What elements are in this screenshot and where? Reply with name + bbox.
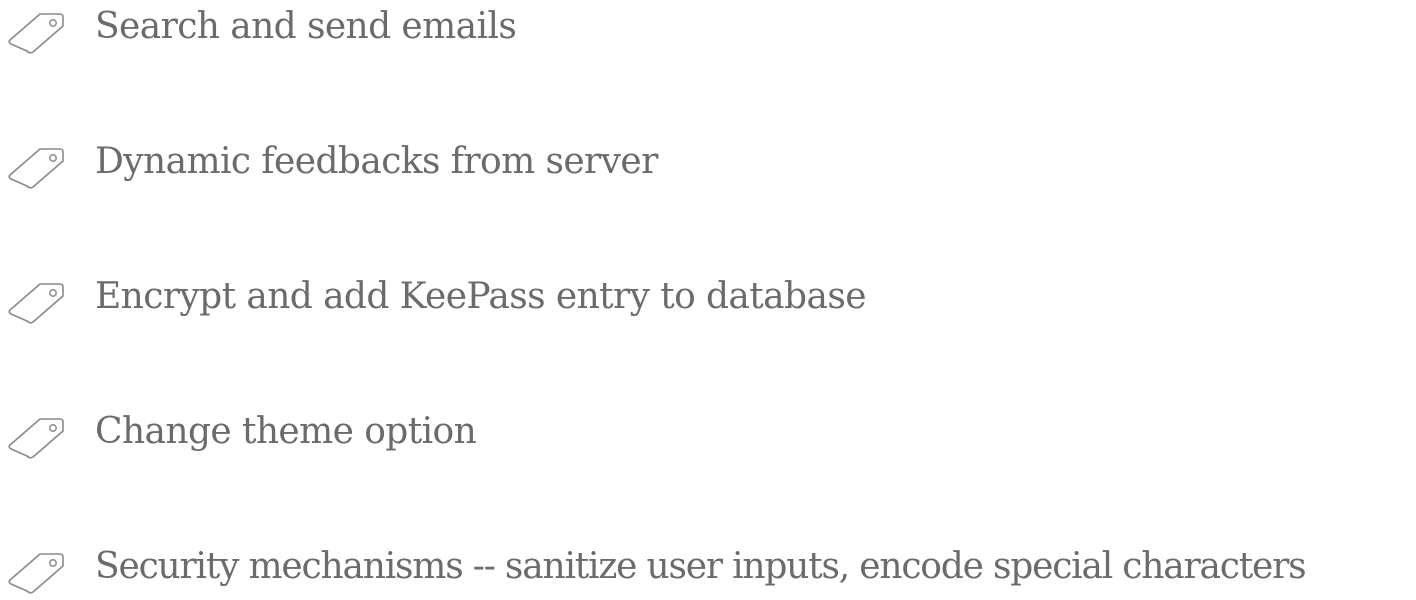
- feature-label: Dynamic feedbacks from server: [95, 141, 658, 182]
- feature-list: Search and send emails Dynamic feedbacks…: [0, 0, 1416, 597]
- list-item: Dynamic feedbacks from server: [0, 135, 1416, 195]
- feature-label: Security mechanisms -- sanitize user inp…: [95, 546, 1307, 587]
- list-item: Search and send emails: [0, 0, 1416, 60]
- list-item: Encrypt and add KeePass entry to databas…: [0, 270, 1416, 330]
- tag-icon: [6, 548, 66, 594]
- feature-label: Search and send emails: [95, 6, 517, 47]
- tag-icon: [6, 278, 66, 324]
- list-item: Change theme option: [0, 405, 1416, 465]
- feature-label: Change theme option: [95, 411, 477, 452]
- feature-label: Encrypt and add KeePass entry to databas…: [95, 276, 867, 317]
- tag-icon: [6, 8, 66, 54]
- list-item: Security mechanisms -- sanitize user inp…: [0, 540, 1416, 600]
- tag-icon: [6, 413, 66, 459]
- tag-icon: [6, 143, 66, 189]
